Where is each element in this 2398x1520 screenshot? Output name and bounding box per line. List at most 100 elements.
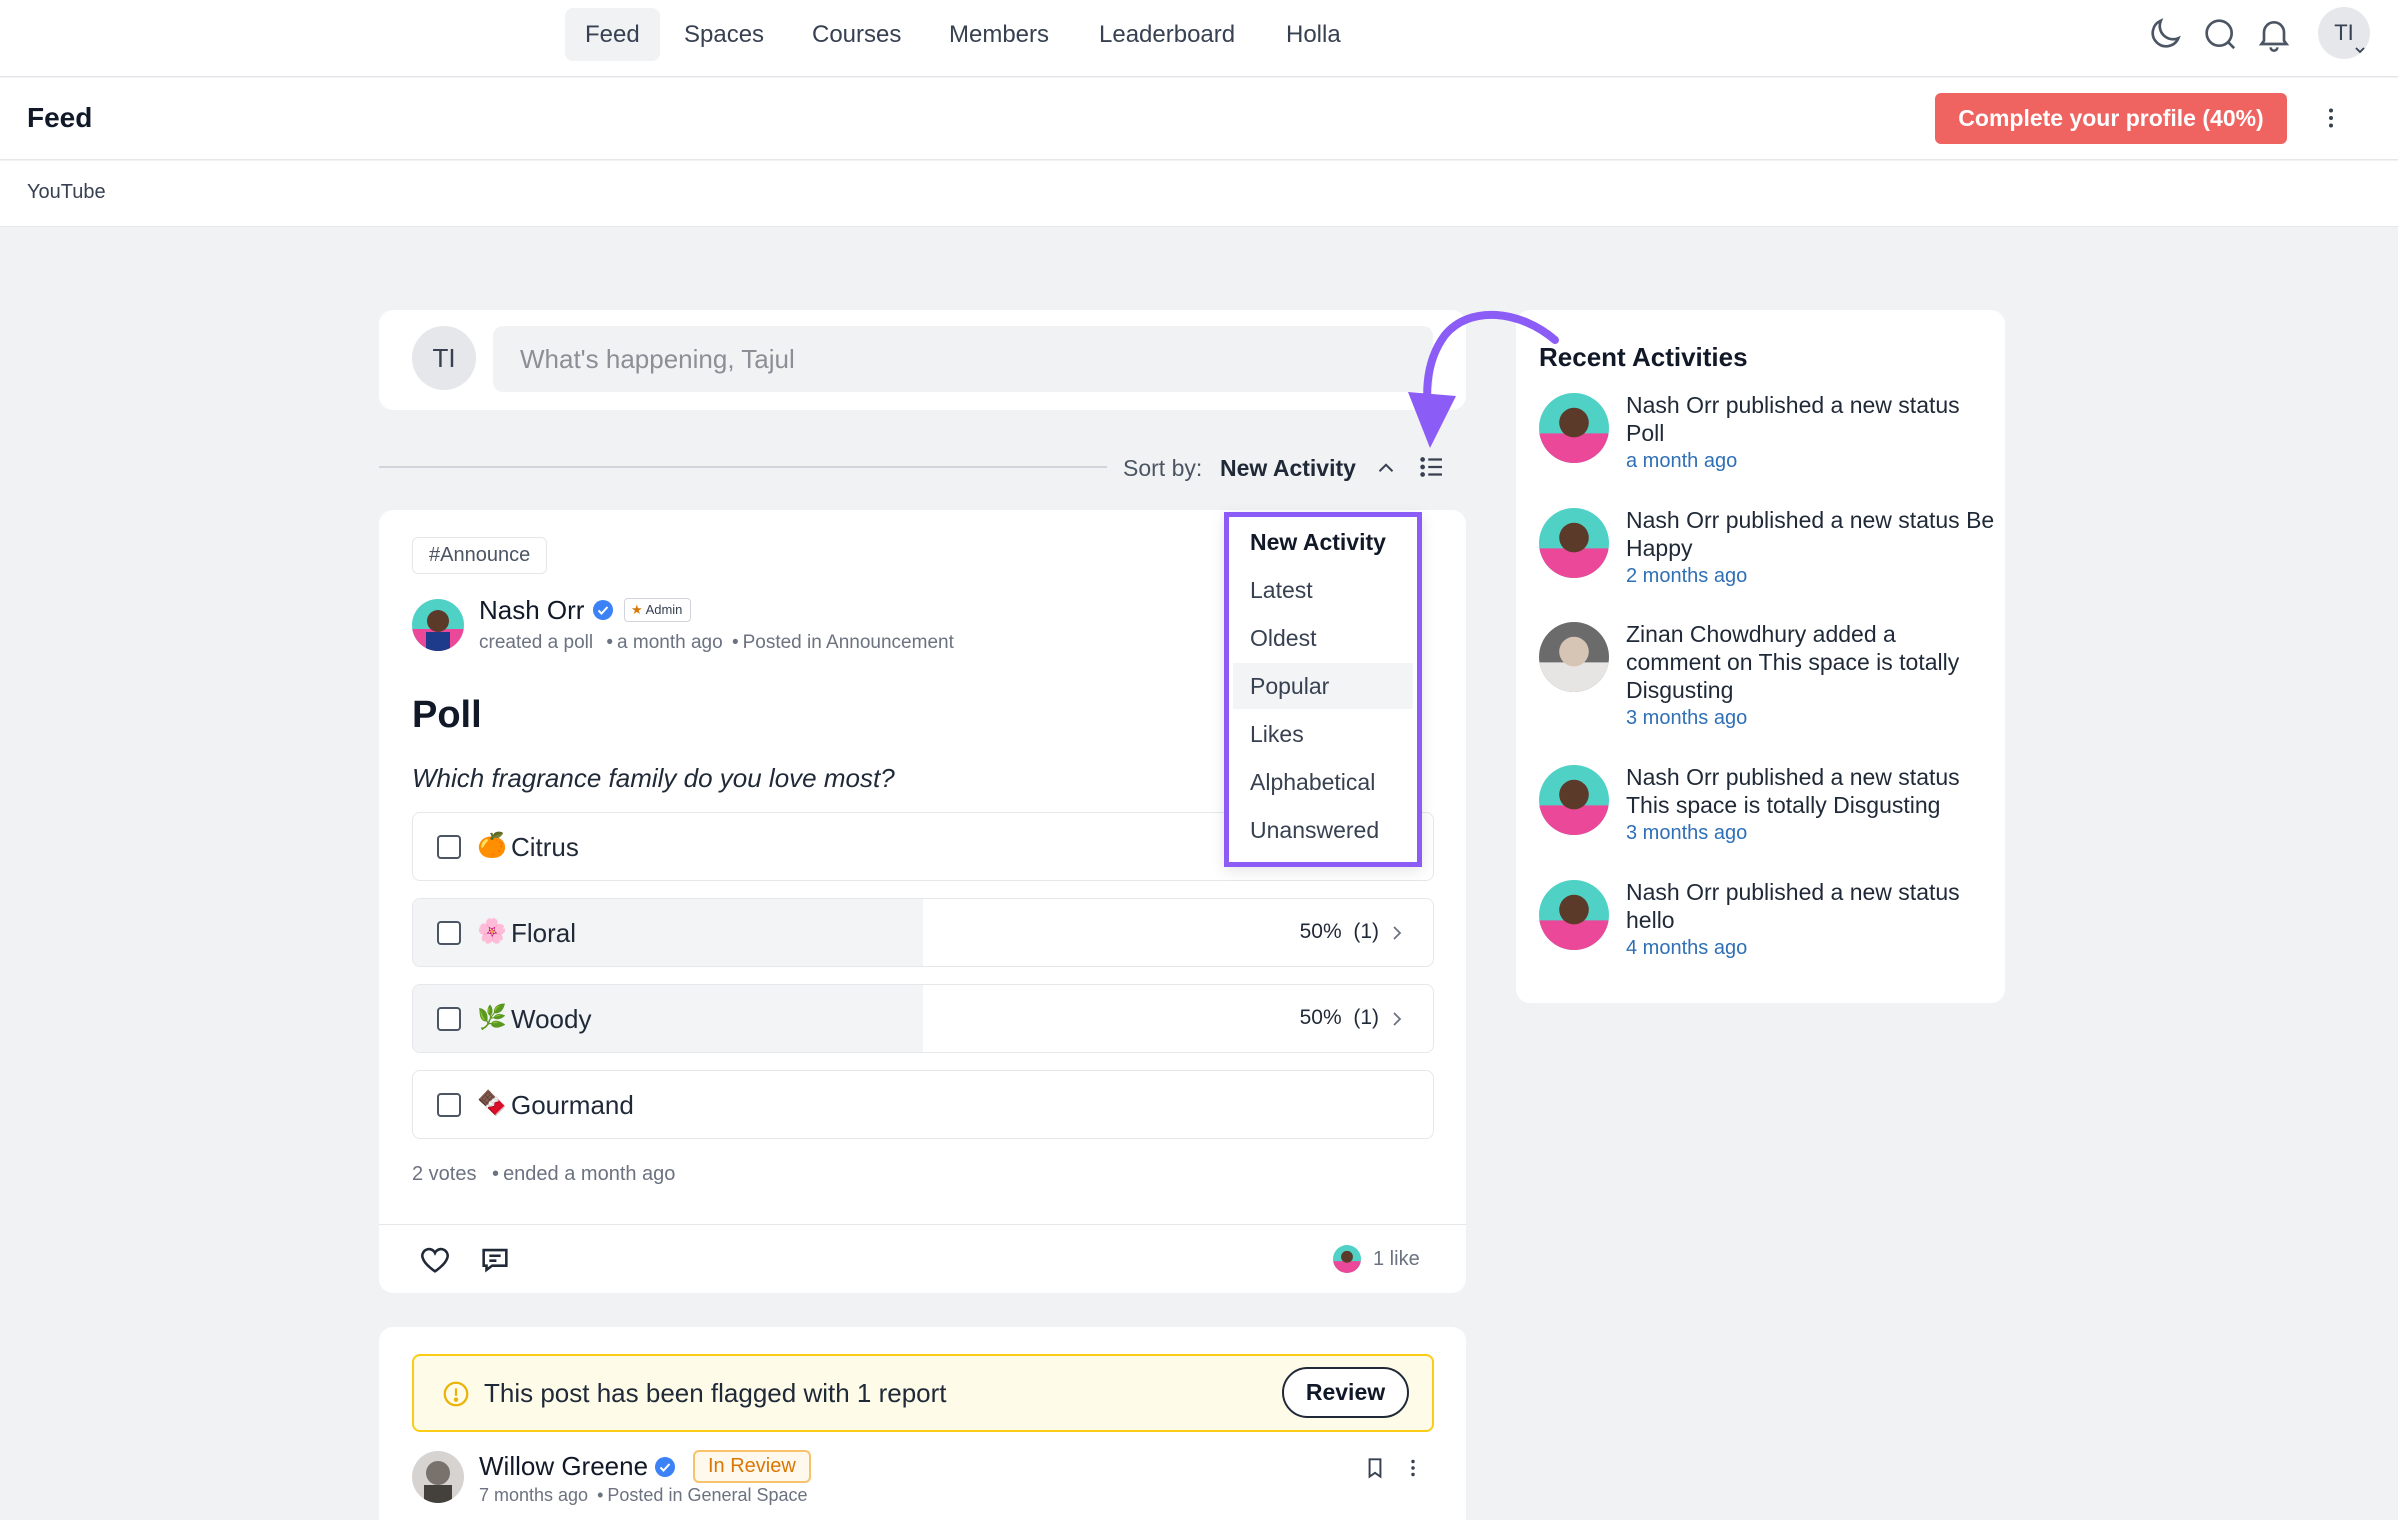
poll-option[interactable]: 🌸 Floral 50% (1)	[412, 898, 1434, 967]
nav-feed[interactable]: Feed	[565, 8, 660, 61]
sort-label: Sort by:	[1123, 455, 1203, 481]
activity-item[interactable]: Nash Orr published a new status Be Happy…	[1626, 506, 1996, 590]
nav-courses[interactable]: Courses	[792, 8, 921, 61]
poll-option-count: (1)	[1353, 920, 1379, 943]
nav-holla[interactable]: Holla	[1266, 8, 1361, 61]
liker-avatar	[1333, 1245, 1361, 1273]
review-button[interactable]: Review	[1282, 1367, 1409, 1418]
nav-members[interactable]: Members	[929, 8, 1069, 61]
heart-icon[interactable]	[418, 1243, 452, 1277]
activity-time: 3 months ago	[1626, 707, 1748, 729]
poll-option-emoji: 🌿	[477, 1004, 507, 1031]
info-icon	[441, 1379, 471, 1409]
admin-badge-label: Admin	[645, 602, 683, 617]
chevron-right-icon[interactable]	[1387, 1008, 1407, 1030]
poll-option-emoji: 🍫	[477, 1090, 507, 1117]
vote-count: 2 votes	[412, 1163, 477, 1185]
activity-action: published a new status	[1725, 507, 1960, 533]
activity-item[interactable]: Nash Orr published a new status Poll a mo…	[1626, 391, 1996, 475]
activity-user[interactable]: Zinan Chowdhury	[1626, 621, 1806, 647]
post-meta: created a poll • a month ago • Posted in A…	[479, 632, 954, 653]
activity-user[interactable]: Nash Orr	[1626, 764, 1719, 790]
poll-option-result: 50% (1)	[1300, 1006, 1379, 1030]
chevron-down-icon	[2352, 42, 2368, 58]
sort-value[interactable]: New Activity	[1220, 455, 1356, 482]
bell-icon[interactable]	[2254, 14, 2294, 54]
author-avatar[interactable]	[412, 599, 464, 651]
author-name[interactable]: Willow Greene	[479, 1451, 648, 1482]
poll-checkbox[interactable]	[437, 835, 461, 859]
sort-option-alphabetical[interactable]: Alphabetical	[1233, 759, 1413, 805]
search-icon[interactable]	[2200, 14, 2240, 54]
post-meta: 7 months ago • Posted in General Space	[479, 1485, 808, 1505]
more-options-icon[interactable]	[2316, 103, 2346, 133]
activity-avatar[interactable]	[1539, 622, 1609, 692]
activity-target[interactable]: hello	[1626, 907, 1675, 933]
author-avatar[interactable]	[412, 1451, 464, 1503]
more-options-icon[interactable]	[1400, 1455, 1426, 1481]
poll-checkbox[interactable]	[437, 1007, 461, 1031]
activity-time: 3 months ago	[1626, 822, 1748, 844]
sort-option-popular[interactable]: Popular	[1233, 663, 1413, 709]
post-space[interactable]: Posted in General Space	[607, 1485, 807, 1505]
post-time[interactable]: a month ago	[617, 632, 723, 653]
complete-profile-button[interactable]: Complete your profile (40%)	[1935, 93, 2287, 144]
sort-option-unanswered[interactable]: Unanswered	[1233, 807, 1413, 853]
poll-option-label: Gourmand	[511, 1090, 634, 1120]
nav-leaderboard[interactable]: Leaderboard	[1079, 8, 1255, 61]
sort-option-likes[interactable]: Likes	[1233, 711, 1413, 757]
flag-text: This post has been flagged with 1 report	[484, 1378, 947, 1408]
poll-footer: 2 votes • ended a month ago	[412, 1163, 676, 1185]
post-time[interactable]: 7 months ago	[479, 1485, 588, 1505]
activity-user[interactable]: Nash Orr	[1626, 392, 1719, 418]
activity-item[interactable]: Nash Orr published a new status This spa…	[1626, 763, 1996, 847]
activity-target[interactable]: Poll	[1626, 420, 1664, 446]
verified-icon	[591, 598, 615, 622]
poll-ended: ended a month ago	[503, 1163, 676, 1185]
poll-checkbox[interactable]	[437, 921, 461, 945]
activity-avatar[interactable]	[1539, 880, 1609, 950]
poll-option-emoji: 🌸	[477, 918, 507, 945]
verified-icon	[653, 1455, 677, 1479]
composer-input[interactable]	[493, 326, 1433, 392]
activity-item[interactable]: Zinan Chowdhury added a comment on This …	[1626, 620, 1996, 732]
poll-option-percent: 50%	[1299, 1006, 1342, 1029]
activity-action: published a new status	[1725, 764, 1960, 790]
youtube-link[interactable]: YouTube	[27, 181, 106, 204]
activity-target[interactable]: This space is totally Disgusting	[1626, 792, 1940, 818]
sort-dropdown: New Activity Latest Oldest Popular Likes Alph…	[1224, 512, 1422, 867]
activity-item[interactable]: Nash Orr published a new status hello 4 m…	[1626, 878, 1996, 962]
sort-option-oldest[interactable]: Oldest	[1233, 615, 1413, 661]
activity-time: 4 months ago	[1626, 937, 1748, 959]
composer-avatar: TI	[412, 326, 476, 390]
poll-option[interactable]: 🍫 Gourmand	[412, 1070, 1434, 1139]
poll-option-label: Floral	[511, 918, 577, 948]
poll-checkbox[interactable]	[437, 1093, 461, 1117]
bookmark-icon[interactable]	[1362, 1455, 1388, 1481]
nav-spaces[interactable]: Spaces	[664, 8, 784, 61]
page-title: Feed	[27, 102, 93, 133]
card-divider	[379, 1224, 1466, 1225]
activity-user[interactable]: Nash Orr	[1626, 507, 1719, 533]
poll-option-label: Citrus	[511, 832, 579, 862]
activity-avatar[interactable]	[1539, 765, 1609, 835]
post-space[interactable]: Posted in Announcement	[743, 632, 954, 653]
annotation-arrow-icon	[1360, 300, 1580, 460]
sort-option-new-activity[interactable]: New Activity	[1233, 519, 1413, 565]
poll-title: Poll	[412, 694, 482, 736]
activity-user[interactable]: Nash Orr	[1626, 879, 1719, 905]
sort-divider	[379, 466, 1107, 468]
comment-icon[interactable]	[478, 1243, 512, 1277]
poll-option-label: Woody	[511, 1004, 592, 1034]
chevron-right-icon[interactable]	[1387, 922, 1407, 944]
activity-time: a month ago	[1626, 450, 1738, 472]
like-count[interactable]: 1 like	[1373, 1248, 1420, 1271]
moon-icon[interactable]	[2145, 14, 2185, 54]
poll-option[interactable]: 🌿 Woody 50% (1)	[412, 984, 1434, 1053]
activity-avatar[interactable]	[1539, 508, 1609, 578]
sort-option-latest[interactable]: Latest	[1233, 567, 1413, 613]
post-tag[interactable]: #Announce	[412, 537, 548, 574]
author-name[interactable]: Nash Orr	[479, 595, 584, 626]
activity-time: 2 months ago	[1626, 565, 1748, 587]
poll-option-percent: 50%	[1299, 920, 1342, 943]
